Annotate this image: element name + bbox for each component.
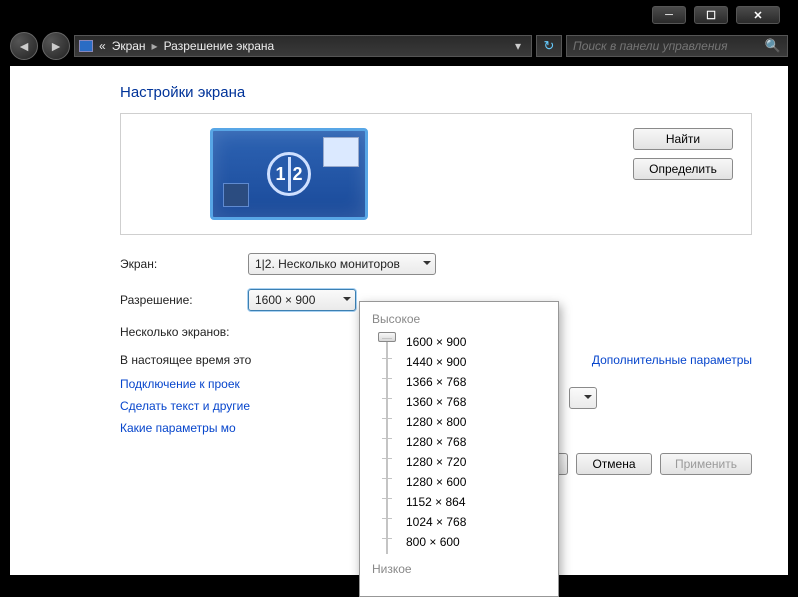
multi-display-select-tail[interactable] [569, 387, 597, 409]
search-icon[interactable]: 🔍 [765, 38, 781, 54]
resolution-slider-track[interactable] [378, 334, 396, 554]
monitor-graphic: 1 2 [210, 128, 368, 220]
resolution-option[interactable]: 800 × 600 [406, 532, 550, 552]
monitor-icon [79, 40, 93, 52]
resolution-option[interactable]: 1366 × 768 [406, 372, 550, 392]
breadcrumb-prefix: « [99, 39, 106, 53]
search-box[interactable]: 🔍 [566, 35, 788, 57]
resolution-option[interactable]: 1280 × 600 [406, 472, 550, 492]
refresh-button[interactable]: ↻ [536, 35, 562, 57]
navbar: ◄ ► « Экран ▸ Разрешение экрана ▾ ↻ 🔍 [10, 30, 788, 62]
monitor-number-1: 1 [275, 164, 285, 185]
identify-button[interactable]: Определить [633, 158, 733, 180]
resolution-select-value: 1600 × 900 [255, 293, 315, 307]
resolution-option[interactable]: 1024 × 768 [406, 512, 550, 532]
resolution-option[interactable]: 1280 × 720 [406, 452, 550, 472]
resolution-option-list: 1600 × 9001440 × 9001366 × 7681360 × 768… [396, 332, 550, 556]
advanced-settings-link[interactable]: Дополнительные параметры [592, 353, 752, 367]
monitor-number-2: 2 [293, 164, 303, 185]
address-bar[interactable]: « Экран ▸ Разрешение экрана ▾ [74, 35, 532, 57]
chevron-down-icon [343, 297, 351, 305]
display-select-value: 1|2. Несколько мониторов [255, 257, 400, 271]
search-input[interactable] [573, 39, 765, 53]
resolution-option[interactable]: 1600 × 900 [406, 332, 550, 352]
resolution-popup-high-label: Высокое [372, 312, 550, 326]
display-label: Экран: [120, 257, 248, 271]
resolution-option[interactable]: 1360 × 768 [406, 392, 550, 412]
resolution-slider-thumb[interactable] [378, 332, 396, 342]
page-title: Настройки экрана [120, 84, 752, 101]
display-preview-panel: 1 2 Найти Определить [120, 113, 752, 235]
resolution-select[interactable]: 1600 × 900 [248, 289, 356, 311]
minimize-button[interactable]: ─ [652, 6, 686, 24]
titlebar: ─ ☐ ✕ [0, 0, 798, 30]
resolution-popup-low-label: Низкое [372, 562, 550, 576]
forward-button[interactable]: ► [42, 32, 70, 60]
resolution-option[interactable]: 1280 × 800 [406, 412, 550, 432]
chevron-right-icon: ▸ [152, 39, 158, 53]
address-dropdown-icon[interactable]: ▾ [509, 39, 527, 53]
maximize-button[interactable]: ☐ [694, 6, 728, 24]
resolution-option[interactable]: 1280 × 768 [406, 432, 550, 452]
detect-button[interactable]: Найти [633, 128, 733, 150]
window-frame: ─ ☐ ✕ ◄ ► « Экран ▸ Разрешение экрана ▾ … [0, 0, 798, 585]
display-select[interactable]: 1|2. Несколько мониторов [248, 253, 436, 275]
breadcrumb-item-1[interactable]: Экран [112, 39, 146, 53]
resolution-popup: Высокое 1600 × 9001440 × 9001366 × 76813… [359, 301, 559, 597]
chevron-down-icon [423, 261, 431, 269]
close-button[interactable]: ✕ [736, 6, 780, 24]
back-button[interactable]: ◄ [10, 32, 38, 60]
main-display-text: В настоящее время это [120, 353, 251, 367]
breadcrumb-item-2[interactable]: Разрешение экрана [164, 39, 275, 53]
chevron-down-icon [584, 395, 592, 403]
multi-display-label: Несколько экранов: [120, 325, 248, 339]
resolution-option[interactable]: 1440 × 900 [406, 352, 550, 372]
resolution-label: Разрешение: [120, 293, 248, 307]
apply-button[interactable]: Применить [660, 453, 752, 475]
monitor-preview[interactable]: 1 2 [139, 128, 439, 220]
cancel-button[interactable]: Отмена [576, 453, 652, 475]
resolution-option[interactable]: 1152 × 864 [406, 492, 550, 512]
